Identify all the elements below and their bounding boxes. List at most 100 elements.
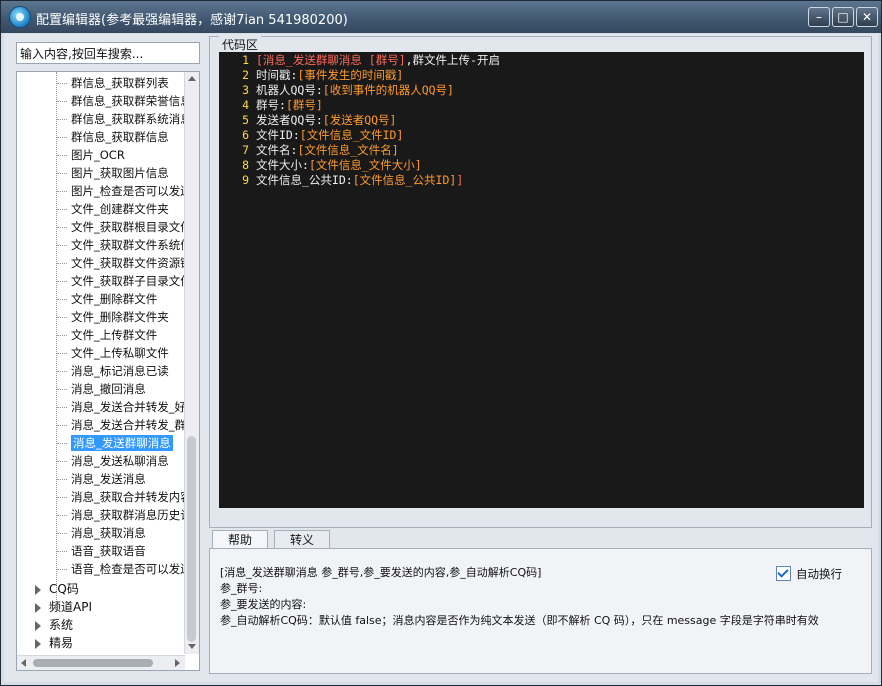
tree-item-label: 文件_获取群根目录文件 xyxy=(71,220,192,234)
tree-connector xyxy=(57,317,67,318)
tree-item[interactable]: 文件_获取群根目录文件 xyxy=(57,218,192,236)
tree-item[interactable]: 文件_获取群文件资源链接 xyxy=(57,254,199,272)
code-line: 2 时间戳:[事件发生的时间戳] xyxy=(219,68,403,83)
tree-connector xyxy=(57,209,67,210)
close-button[interactable]: ✕ xyxy=(856,7,878,27)
tree-item-label: 文件_删除群文件 xyxy=(71,292,158,306)
tree-connector xyxy=(57,407,67,408)
code-editor[interactable]: 1 [消息_发送群聊消息 [群号],群文件上传-开启 2 时间戳:[事件发生的时间戳]… xyxy=(219,52,864,508)
tree-item[interactable]: 消息_撤回消息 xyxy=(57,380,146,398)
tree-item-label: 消息_获取消息 xyxy=(71,526,146,540)
tree-item[interactable]: 图片_检查是否可以发送图片 xyxy=(57,182,199,200)
tree-connector xyxy=(57,515,67,516)
tree-item-label: 群信息_获取群列表 xyxy=(71,76,169,90)
tree-hscroll-thumb[interactable] xyxy=(33,659,153,667)
tree-item[interactable]: 文件_创建群文件夹 xyxy=(57,200,169,218)
tree-item[interactable]: 消息_获取消息 xyxy=(57,524,146,542)
help-syntax: [消息_发送群聊消息 参_群号,参_要发送的内容,参_自动解析CQ码] xyxy=(220,566,542,579)
auto-wrap-checkbox[interactable] xyxy=(776,566,791,581)
expand-arrow-icon[interactable] xyxy=(35,584,41,595)
tree-item-label: 文件_获取群子目录文件 xyxy=(71,274,192,288)
help-param-cq: 参_自动解析CQ码：默认值 false；消息内容是否作为纯文本发送（即不解析 C… xyxy=(220,614,819,627)
tree-item[interactable]: 文件_删除群文件 xyxy=(57,290,157,308)
scroll-right-arrow-icon[interactable] xyxy=(175,659,180,667)
title-bar[interactable]: 配置编辑器(参考最强编辑器，感谢7ian 541980200) – □ ✕ xyxy=(1,1,881,33)
tree-horizontal-scrollbar[interactable] xyxy=(17,655,185,670)
tree-item-label: 语音_获取语音 xyxy=(71,544,146,558)
auto-wrap-label[interactable]: 自动换行 xyxy=(796,566,842,582)
help-panel: [消息_发送群聊消息 参_群号,参_要发送的内容,参_自动解析CQ码] 参_群号… xyxy=(209,548,872,674)
tree-item[interactable]: 群信息_获取群荣誉信息 xyxy=(57,92,192,110)
code-line: 8 文件大小:[文件信息_文件大小] xyxy=(219,158,422,173)
tree-item[interactable]: 群信息_获取群信息 xyxy=(57,128,169,146)
tree-item-label: 消息_标记消息已读 xyxy=(71,364,169,378)
code-line: 6 文件ID:[文件信息_文件ID] xyxy=(219,128,403,143)
tree-group-label: 频道API xyxy=(49,600,92,614)
maximize-button[interactable]: □ xyxy=(832,7,854,27)
tree-connector xyxy=(57,497,67,498)
tree-group[interactable]: 精易 xyxy=(35,634,73,652)
line-number: 1 xyxy=(242,53,249,67)
tree-item[interactable]: 消息_获取群消息历史记录 xyxy=(57,506,199,524)
tree-connector xyxy=(57,551,67,552)
code-token: [群号] xyxy=(285,98,323,112)
tree-item[interactable]: 消息_发送消息 xyxy=(57,470,146,488)
tree-group[interactable]: CQ码 xyxy=(35,580,79,598)
client-area: 输入内容,按回车搜索... 群信息_获取群列表 群信息_获取群荣誉信息 群信息_获取… xyxy=(4,34,878,682)
tab-escape[interactable]: 转义 xyxy=(274,530,330,549)
tab-help[interactable]: 帮助 xyxy=(212,530,268,550)
tree-item[interactable]: 语音_检查是否可以发送语音 xyxy=(57,560,199,578)
tree-item[interactable]: 文件_获取群文件系统信息 xyxy=(57,236,199,254)
tree-item[interactable]: 消息_发送私聊消息 xyxy=(57,452,169,470)
tree-connector xyxy=(57,533,67,534)
tree-item[interactable]: 消息_发送合并转发_好友 xyxy=(57,398,198,416)
code-token: [发送者QQ号] xyxy=(322,113,397,127)
tree-item[interactable]: 文件_删除群文件夹 xyxy=(57,308,169,326)
tree-connector xyxy=(57,299,67,300)
function-tree[interactable]: 群信息_获取群列表群信息_获取群荣誉信息群信息_获取群系统消息群信息_获取群信息… xyxy=(16,71,200,671)
tree-group[interactable]: 频道API xyxy=(35,598,92,616)
scroll-down-arrow-icon[interactable] xyxy=(188,644,196,649)
tree-item[interactable]: 图片_OCR xyxy=(57,146,125,164)
tree-item-label: 消息_发送群聊消息 xyxy=(71,435,173,451)
code-token: 文件ID: xyxy=(256,128,300,142)
tree-item[interactable]: 消息_获取合并转发内容 xyxy=(57,488,192,506)
tree-item-label: 图片_获取图片信息 xyxy=(71,166,169,180)
code-line: 1 [消息_发送群聊消息 [群号],群文件上传-开启 xyxy=(219,53,500,68)
code-line: 4 群号:[群号] xyxy=(219,98,323,113)
tree-group-label: 精易 xyxy=(49,636,74,650)
tree-item[interactable]: 群信息_获取群系统消息 xyxy=(57,110,192,128)
tree-connector xyxy=(57,443,67,444)
minimize-button[interactable]: – xyxy=(808,7,830,27)
tree-item[interactable]: 语音_获取语音 xyxy=(57,542,146,560)
tree-item-label: 群信息_获取群系统消息 xyxy=(71,112,192,126)
tree-item[interactable]: 文件_获取群子目录文件 xyxy=(57,272,192,290)
tree-item[interactable]: 文件_上传群文件 xyxy=(57,326,157,344)
tree-item-label: 消息_发送合并转发_好友 xyxy=(71,400,198,414)
tree-item[interactable]: 图片_获取图片信息 xyxy=(57,164,169,182)
tree-connector xyxy=(57,335,67,336)
code-token: ,群文件上传-开启 xyxy=(405,53,500,67)
tree-item[interactable]: 文件_上传私聊文件 xyxy=(57,344,169,362)
scroll-up-arrow-icon[interactable] xyxy=(188,76,196,81)
search-input[interactable]: 输入内容,按回车搜索... xyxy=(16,42,200,64)
expand-arrow-icon[interactable] xyxy=(35,638,41,649)
tree-item[interactable]: 消息_发送合并转发_群 xyxy=(57,416,186,434)
tree-item[interactable]: 群信息_获取群列表 xyxy=(57,74,169,92)
tree-connector xyxy=(57,245,67,246)
tree-group[interactable]: 系统 xyxy=(35,616,73,634)
tree-item[interactable]: 消息_发送群聊消息 xyxy=(57,434,173,452)
tree-connector xyxy=(57,479,67,480)
code-line: 9 文件信息_公共ID:[文件信息_公共ID]] xyxy=(219,173,463,188)
tree-scroll-thumb[interactable] xyxy=(187,436,196,642)
tree-vertical-scrollbar[interactable] xyxy=(184,72,199,654)
code-line: 5 发送者QQ号:[发送者QQ号] xyxy=(219,113,396,128)
scroll-left-arrow-icon[interactable] xyxy=(21,659,26,667)
tree-item[interactable]: 消息_标记消息已读 xyxy=(57,362,169,380)
tree-connector xyxy=(57,461,67,462)
expand-arrow-icon[interactable] xyxy=(35,602,41,613)
expand-arrow-icon[interactable] xyxy=(35,620,41,631)
tree-connector xyxy=(57,371,67,372)
code-token: [文件信息_文件名] xyxy=(297,143,399,157)
code-token: [文件信息_文件大小] xyxy=(308,158,422,172)
